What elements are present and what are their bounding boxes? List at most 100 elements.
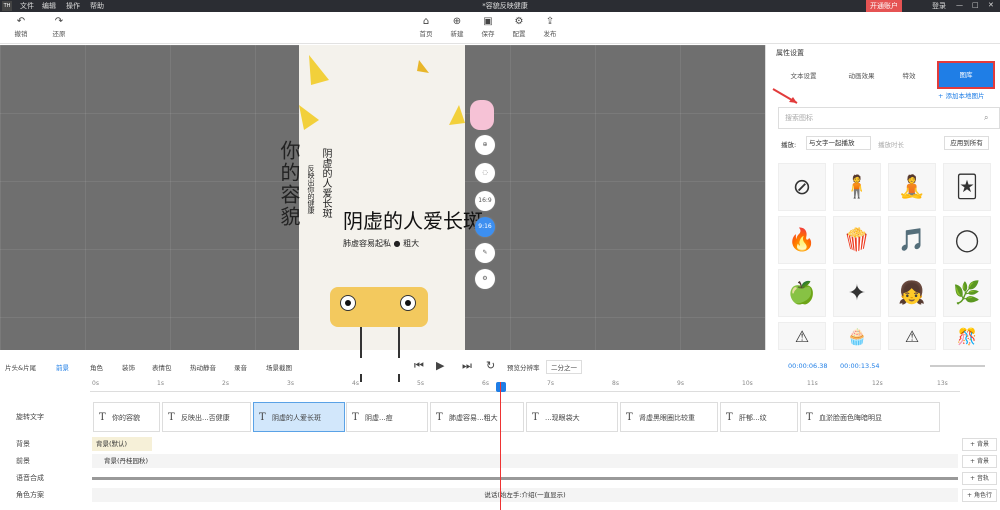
new-button[interactable]: ⊕ 新建 [442, 15, 472, 38]
poster-line1[interactable]: 反映出你的健康 [306, 165, 316, 214]
sticker-item[interactable]: ⚠ [778, 322, 826, 350]
sticker-item[interactable]: 🃏 [943, 163, 991, 211]
tool-emoji[interactable]: 表情包 [152, 362, 172, 372]
subtitle-clip[interactable]: T 反映出...否健康 [162, 402, 251, 432]
editor-canvas[interactable]: 你的容貌 反映出你的健康 阴虚的人爱长斑 阴虚的人爱长斑 肺虚容易起私 ● 粗大… [0, 45, 765, 382]
sticker-item[interactable]: 🧍 [833, 163, 881, 211]
tab-animation[interactable]: 动画效果 [834, 67, 889, 85]
tool-screenshot[interactable]: 场景截图 [266, 362, 292, 372]
resolution-select[interactable]: 二分之一 [546, 360, 582, 374]
sticker-item[interactable]: 🎊 [943, 322, 991, 350]
tool-decor[interactable]: 装饰 [122, 362, 135, 372]
tab-gallery[interactable]: 图库 [937, 61, 995, 89]
sticker-item[interactable]: 🍿 [833, 216, 881, 264]
ratio-16-9-button[interactable]: 16:9 [475, 191, 495, 211]
poster-subtitle[interactable]: 肺虚容易起私 ● 粗大 [343, 238, 419, 249]
sticker-item[interactable]: 👧 [888, 269, 936, 317]
undo-button[interactable]: ↶ 撤销 [6, 15, 36, 38]
subtitle-clip[interactable]: T 肝郁...纹 [720, 402, 798, 432]
menubar: TH 文件 编辑 操作 帮助 *容貌反映健康 开通账户 登录 — □ ✕ [0, 0, 1000, 12]
vip-button[interactable]: 开通账户 [866, 0, 902, 12]
poster-big-title[interactable]: 你的容貌 [275, 140, 304, 228]
playhead[interactable] [500, 382, 501, 510]
tool-intro-outro[interactable]: 片头&片尾 [5, 362, 36, 372]
config-button[interactable]: ⚙ 配置 [504, 15, 534, 38]
pig-character[interactable] [470, 100, 494, 130]
next-icon[interactable]: ⏭ [462, 359, 472, 373]
subtitle-clip[interactable]: T ...现眼袋大 [526, 402, 618, 432]
tab-text-settings[interactable]: 文本设置 [776, 67, 831, 85]
edit-tool-button[interactable]: ✎ [475, 243, 495, 263]
redo-button[interactable]: ↷ 还原 [44, 15, 74, 38]
subtitle-clip[interactable]: T 阴虚...痘 [346, 402, 428, 432]
track-label-fg: 前景 [16, 457, 30, 465]
track-label-subtitle: 旋转文字 [16, 413, 44, 421]
zoom-slider[interactable] [930, 365, 985, 367]
tool-foreground[interactable]: 前景 [56, 362, 69, 372]
prev-icon[interactable]: ⏮ [414, 359, 424, 373]
add-bg-button[interactable]: + 背景 [962, 438, 997, 451]
sticker-item[interactable]: 🔥 [778, 216, 826, 264]
canvas-tool-2[interactable]: ◌ [475, 163, 495, 183]
home-button[interactable]: ⌂ 首页 [411, 15, 441, 38]
poster-headline[interactable]: 阴虚的人爱长斑 [343, 205, 483, 234]
tool-mute[interactable]: 热动静音 [190, 362, 216, 372]
add-audio-button[interactable]: + 音轨 [962, 472, 997, 485]
apply-all-button[interactable]: 应用到所有 [944, 136, 989, 150]
save-button[interactable]: ▣ 保存 [473, 15, 503, 38]
subtitle-clip[interactable]: T 肺虚容易...粗大 [430, 402, 524, 432]
text-icon: T [168, 412, 175, 423]
fg-clip[interactable]: 背景(丹桂园秋) [92, 454, 958, 468]
clip-label: ...现眼袋大 [545, 414, 580, 422]
subtitle-clip[interactable]: T 你的容貌 [93, 402, 160, 432]
close-icon[interactable]: ✕ [988, 1, 994, 9]
clip-label: 阴虚...痘 [365, 414, 393, 422]
audio-waveform[interactable] [92, 477, 958, 480]
add-role-button[interactable]: + 角色行 [962, 489, 997, 502]
ruler-tick: 8s [612, 380, 619, 387]
settings-tool-button[interactable]: ⚙ [475, 269, 495, 289]
sticker-item[interactable]: 🍏 [778, 269, 826, 317]
menu-file[interactable]: 文件 [20, 1, 34, 11]
menu-help[interactable]: 帮助 [90, 1, 104, 11]
menu-operate[interactable]: 操作 [66, 1, 80, 11]
minimize-icon[interactable]: — [956, 1, 963, 9]
sticker-item[interactable]: 🌿 [943, 269, 991, 317]
tab-effects[interactable]: 特效 [884, 67, 934, 85]
sticker-item[interactable]: ⚠ [888, 322, 936, 350]
login-link[interactable]: 登录 [932, 1, 946, 11]
tool-record[interactable]: 录音 [234, 362, 247, 372]
play-icon[interactable]: ▶ [436, 359, 444, 372]
bg-clip[interactable]: 背景(默认) [92, 437, 152, 451]
menu-edit[interactable]: 编辑 [42, 1, 56, 11]
timeline-ruler[interactable]: 0s 1s 2s 3s 4s 5s 6s 7s 8s 9s 10s 11s 12s 13s [90, 378, 960, 392]
sticker-item[interactable]: 🎵 [888, 216, 936, 264]
sticker-item[interactable]: 🧁 [833, 322, 881, 350]
search-icon[interactable]: ⌕ [984, 113, 988, 123]
add-local-image-link[interactable]: + 添加本地图片 [938, 90, 985, 100]
playhead-handle[interactable] [496, 382, 506, 392]
poster-line2[interactable]: 阴虚的人爱长斑 [318, 148, 333, 218]
window-title: *容貌反映健康 [482, 2, 528, 10]
subtitle-clip[interactable]: T 肾虚黑眼圈比较重 [620, 402, 718, 432]
sticker-item[interactable]: 🧘 [888, 163, 936, 211]
monster-character[interactable] [330, 287, 428, 327]
eye-icon [400, 295, 416, 311]
add-fg-button[interactable]: + 背景 [962, 455, 997, 468]
ratio-9-16-button[interactable]: 9:16 [475, 217, 495, 237]
subtitle-clip[interactable]: T 阴虚的人爱长斑 [253, 402, 345, 432]
publish-button[interactable]: ⇪ 发布 [535, 15, 565, 38]
tool-role[interactable]: 角色 [90, 362, 103, 372]
role-clip[interactable]: 说话(始左手:介绍(一直显示) [92, 488, 958, 502]
time-current: 00:00:06.38 [788, 362, 828, 370]
loop-icon[interactable]: ↻ [486, 359, 495, 372]
play-mode-select[interactable]: 与文字一起播放 [806, 136, 871, 150]
canvas-tool-1[interactable]: ⊕ [475, 135, 495, 155]
maximize-icon[interactable]: □ [972, 1, 979, 9]
sticker-item[interactable]: ⊘ [778, 163, 826, 211]
play-duration-label[interactable]: 播放时长 [878, 139, 904, 149]
sticker-item[interactable]: ◯ [943, 216, 991, 264]
sticker-search-input[interactable]: 搜索图标 [778, 107, 1000, 129]
subtitle-clip[interactable]: T 血淤脸面色晦暗明显 [800, 402, 940, 432]
sticker-item[interactable]: ✦ [833, 269, 881, 317]
